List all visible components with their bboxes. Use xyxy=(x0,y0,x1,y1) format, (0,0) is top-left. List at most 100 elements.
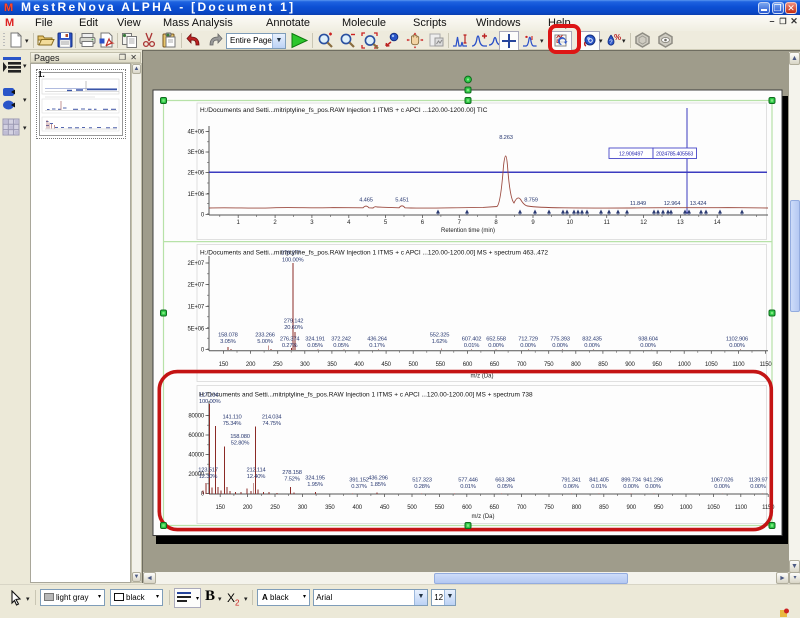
svg-text:1000: 1000 xyxy=(680,505,693,511)
svg-text:1139.97: 1139.97 xyxy=(748,478,767,484)
svg-text:500: 500 xyxy=(407,505,417,511)
svg-text:8.759: 8.759 xyxy=(524,198,538,204)
svg-text:3.05%: 3.05% xyxy=(220,339,235,345)
svg-text:12.964: 12.964 xyxy=(664,201,682,207)
svg-text:850: 850 xyxy=(599,505,609,511)
svg-text:100.00%: 100.00% xyxy=(282,258,304,264)
svg-text:2E+06: 2E+06 xyxy=(187,171,204,177)
svg-text:0.00%: 0.00% xyxy=(520,343,535,349)
svg-text:250: 250 xyxy=(270,505,280,511)
svg-text:663.384: 663.384 xyxy=(495,478,516,484)
svg-text:600: 600 xyxy=(463,362,473,368)
svg-text:4.465: 4.465 xyxy=(359,198,373,204)
svg-text:650: 650 xyxy=(489,505,499,511)
svg-text:1150: 1150 xyxy=(762,505,775,511)
svg-text:650: 650 xyxy=(490,362,500,368)
svg-text:324.191: 324.191 xyxy=(305,337,325,343)
svg-text:950: 950 xyxy=(654,505,664,511)
svg-text:2024785.405563: 2024785.405563 xyxy=(656,152,693,158)
svg-text:75.34%: 75.34% xyxy=(223,421,242,427)
svg-text:391.152: 391.152 xyxy=(349,478,369,484)
svg-text:941.296: 941.296 xyxy=(643,478,663,484)
svg-text:450: 450 xyxy=(381,362,391,368)
svg-text:1050: 1050 xyxy=(705,362,718,368)
svg-text:500: 500 xyxy=(408,362,418,368)
svg-text:300: 300 xyxy=(298,505,308,511)
svg-text:0.00%: 0.00% xyxy=(488,343,503,349)
svg-text:850: 850 xyxy=(598,362,608,368)
svg-text:517.323: 517.323 xyxy=(412,478,432,484)
svg-text:123.517: 123.517 xyxy=(198,468,218,474)
svg-text:950: 950 xyxy=(652,362,662,368)
svg-text:214.034: 214.034 xyxy=(262,415,283,421)
svg-text:278.158: 278.158 xyxy=(282,470,302,476)
svg-text:80000: 80000 xyxy=(188,414,205,420)
svg-text:5.451: 5.451 xyxy=(395,198,409,204)
svg-text:0.01%: 0.01% xyxy=(591,484,606,490)
svg-text:1.95%: 1.95% xyxy=(307,482,322,488)
svg-text:652.558: 652.558 xyxy=(486,337,506,343)
svg-text:H:/Documents and Setti...mitri: H:/Documents and Setti...mitriptyline_fs… xyxy=(200,250,548,257)
svg-text:600: 600 xyxy=(462,505,472,511)
svg-text:899.734: 899.734 xyxy=(621,478,642,484)
svg-text:700: 700 xyxy=(517,362,527,368)
svg-text:150: 150 xyxy=(215,505,225,511)
svg-text:117.134: 117.134 xyxy=(199,393,219,399)
svg-text:800: 800 xyxy=(571,362,581,368)
svg-text:3E+06: 3E+06 xyxy=(187,150,204,156)
svg-text:700: 700 xyxy=(517,505,527,511)
svg-text:H:/Documents and Setti...mitri: H:/Documents and Setti...mitriptyline_fs… xyxy=(200,107,488,114)
svg-text:141.110: 141.110 xyxy=(222,415,241,421)
svg-text:m/z (Da): m/z (Da) xyxy=(472,514,495,520)
svg-text:0.06%: 0.06% xyxy=(563,484,578,490)
svg-text:1100: 1100 xyxy=(732,362,745,368)
svg-text:276.374: 276.374 xyxy=(280,337,301,343)
svg-text:H:/Documents and Setti...mitri: H:/Documents and Setti...mitriptyline_fs… xyxy=(199,392,533,399)
svg-text:900: 900 xyxy=(625,362,635,368)
svg-text:324.195: 324.195 xyxy=(305,476,325,482)
svg-text:0.05%: 0.05% xyxy=(333,343,348,349)
svg-text:1E+07: 1E+07 xyxy=(187,305,204,311)
svg-text:250: 250 xyxy=(273,362,283,368)
svg-text:0.00%: 0.00% xyxy=(714,484,729,490)
svg-text:52.80%: 52.80% xyxy=(231,441,250,447)
svg-text:1.62%: 1.62% xyxy=(432,339,447,345)
svg-text:1100: 1100 xyxy=(735,505,748,511)
svg-text:212.114: 212.114 xyxy=(246,468,266,474)
svg-text:5.00%: 5.00% xyxy=(257,339,272,345)
svg-text:552.325: 552.325 xyxy=(430,333,450,339)
svg-text:0.01%: 0.01% xyxy=(464,343,479,349)
svg-text:20.60%: 20.60% xyxy=(284,325,303,331)
svg-text:4E+06: 4E+06 xyxy=(187,130,204,136)
svg-text:14: 14 xyxy=(714,220,721,226)
svg-text:12: 12 xyxy=(640,220,647,226)
svg-text:450: 450 xyxy=(380,505,390,511)
svg-text:0.01%: 0.01% xyxy=(460,484,475,490)
svg-text:800: 800 xyxy=(572,505,582,511)
svg-text:1150: 1150 xyxy=(759,362,772,368)
svg-text:0.27%: 0.27% xyxy=(282,343,297,349)
svg-text:278.277: 278.277 xyxy=(281,251,301,257)
svg-text:60000: 60000 xyxy=(188,433,205,439)
svg-text:150: 150 xyxy=(219,362,229,368)
svg-text:400: 400 xyxy=(352,505,362,511)
svg-text:750: 750 xyxy=(544,505,554,511)
svg-text:233.266: 233.266 xyxy=(255,333,275,339)
svg-text:436.264: 436.264 xyxy=(367,337,388,343)
svg-text:550: 550 xyxy=(435,505,445,511)
svg-text:791.341: 791.341 xyxy=(561,478,581,484)
svg-text:577.446: 577.446 xyxy=(458,478,478,484)
svg-text:0.00%: 0.00% xyxy=(584,343,599,349)
svg-text:350: 350 xyxy=(327,362,337,368)
svg-text:1000: 1000 xyxy=(678,362,691,368)
svg-text:1E+06: 1E+06 xyxy=(187,192,204,198)
svg-text:0.28%: 0.28% xyxy=(414,484,429,490)
svg-text:750: 750 xyxy=(544,362,554,368)
svg-text:712.729: 712.729 xyxy=(518,337,538,343)
svg-text:0.37%: 0.37% xyxy=(351,484,366,490)
svg-text:300: 300 xyxy=(300,362,310,368)
svg-text:900: 900 xyxy=(626,505,636,511)
svg-text:0.00%: 0.00% xyxy=(645,484,660,490)
svg-text:7.52%: 7.52% xyxy=(284,477,299,483)
svg-text:8.263: 8.263 xyxy=(499,135,513,141)
